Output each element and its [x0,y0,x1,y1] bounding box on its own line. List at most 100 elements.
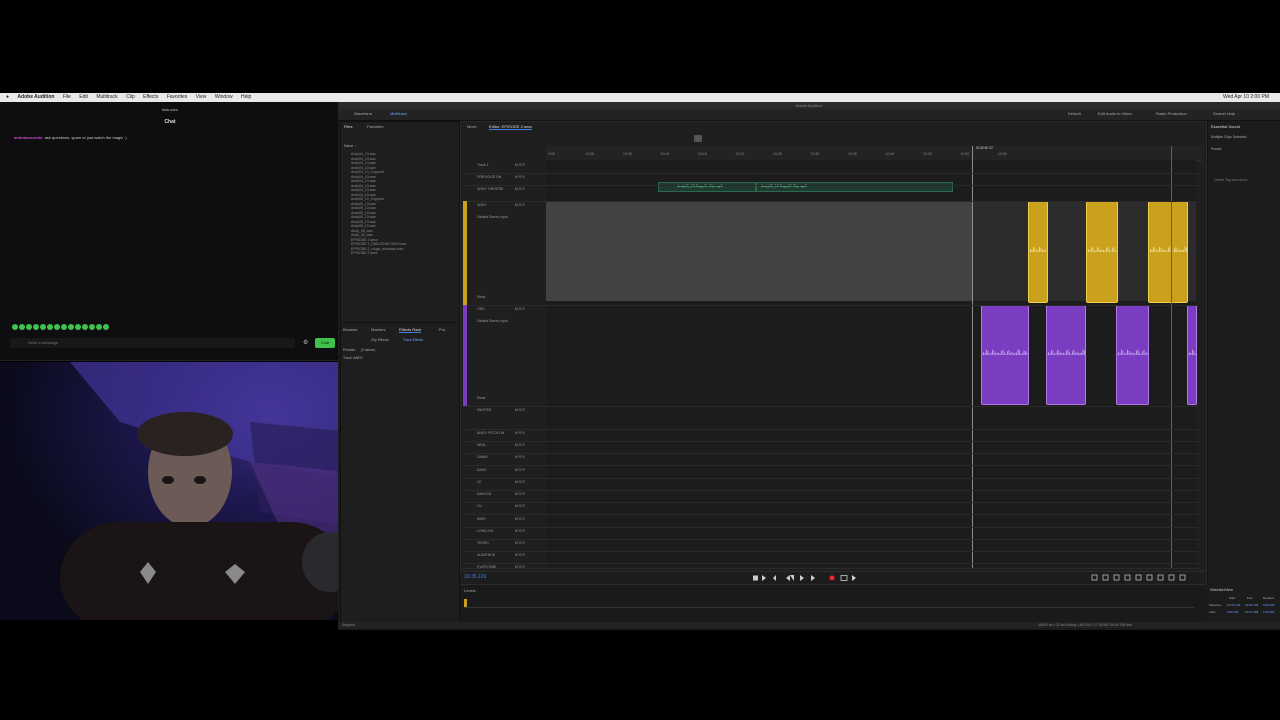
zoom-out-point-icon[interactable] [1168,574,1175,581]
selection-start[interactable]: 10:35.126 [1227,603,1240,607]
emote-icon[interactable] [19,324,25,330]
mute-solo-arm-buttons[interactable]: M S R [515,553,525,557]
search-help[interactable]: Search Help [1213,111,1235,116]
emote-icon[interactable] [61,324,67,330]
file-list-item[interactable]: Andy05_13.wav [351,215,376,219]
track-name[interactable]: NEAL [477,443,486,447]
menu-app-name[interactable]: Adobe Audition [17,93,54,102]
file-list-item[interactable]: Andy05_13.wav [351,206,376,210]
record-icon[interactable] [829,575,835,581]
emote-icon[interactable] [33,324,39,330]
file-list-item[interactable]: Andy04_13.wav [351,152,376,156]
mute-solo-arm-buttons[interactable]: M S R [515,529,525,533]
mute-solo-arm-buttons[interactable]: M S R [515,455,525,459]
menubar-clock[interactable]: Wed Apr 10 2:00 PM [1223,93,1269,102]
file-list-item[interactable]: Andy05_13_Copyout [351,197,384,201]
emote-icon[interactable] [89,324,95,330]
track-name[interactable]: ORD [477,307,485,311]
chat-input[interactable]: Send a message [10,338,295,348]
zoom-navigator-handle[interactable] [694,135,702,142]
file-list-item[interactable]: EPISODE 2.sesx [351,251,378,255]
mute-solo-arm-buttons[interactable]: M S R [515,408,525,412]
file-list-item[interactable]: Andy04_13.wav [351,184,376,188]
track-name[interactable]: LE [477,480,481,484]
mute-solo-arm-buttons[interactable]: M S R [515,480,525,484]
track-name[interactable]: DAKOTA [477,492,491,496]
chat-username[interactable]: antonioscomic: [14,135,44,140]
emote-icon[interactable] [12,324,18,330]
view-start[interactable]: 9:52.321 [1227,610,1239,614]
emote-icon[interactable] [40,324,46,330]
emote-icon[interactable] [54,324,60,330]
zoom-out-amplitude-icon[interactable] [1102,574,1109,581]
track-header[interactable]: ORD M S R [463,307,543,311]
zoom-in-amplitude-icon[interactable] [1091,574,1098,581]
track-header[interactable]: ANDY THEATRE M S R [463,187,543,191]
scene-marker[interactable]: SCENE 02 [976,146,993,150]
file-list-item[interactable]: Andy04_13.wav [351,175,376,179]
track-header[interactable]: MASTER M S R [463,408,543,412]
track-name[interactable]: TEENS [477,541,489,545]
track-input-select[interactable]: Default Stereo Input [477,215,557,219]
tab-mixer[interactable]: Mixer [467,124,477,129]
mute-solo-arm-buttons[interactable]: M S R [515,431,525,435]
emote-icon[interactable] [96,324,102,330]
mute-solo-arm-buttons[interactable]: M S R [515,565,525,569]
mute-solo-arm-buttons[interactable]: M S R [515,187,525,191]
zoom-full-icon[interactable] [1135,574,1142,581]
file-list-item[interactable]: Andy04_13.wav [351,166,376,170]
track-header[interactable]: PREVIOUS ON M S R [463,175,543,179]
emote-icon[interactable] [68,324,74,330]
file-list-item[interactable]: Andy05_13.wav [351,224,376,228]
file-list-item[interactable]: Andy_05_wav [351,229,373,233]
waveform-button[interactable]: Waveform [354,111,372,116]
menu-window[interactable]: Window [215,93,233,102]
zoom-in-point-icon[interactable] [1157,574,1164,581]
stop-icon[interactable] [753,575,758,581]
track-header[interactable]: LN M S R [463,504,543,508]
automation-mode[interactable]: Read [477,295,557,299]
track-header[interactable]: TEENS M S R [463,541,543,545]
mute-solo-arm-buttons[interactable]: M S R [515,517,525,521]
zoom-out-time-icon[interactable] [1124,574,1131,581]
track-name[interactable]: LN [477,504,481,508]
file-list-item[interactable]: Andy05_13.wav [351,202,376,206]
emote-icon[interactable] [26,324,32,330]
file-list-item[interactable]: Andy04_13.wav [351,179,376,183]
tab-files[interactable]: Files [344,124,352,129]
selection-end[interactable]: 10:35.126 [1245,603,1258,607]
play-icon[interactable] [762,575,766,581]
apple-icon[interactable]: ● [6,93,9,102]
track-name[interactable]: MIKE [477,517,486,521]
track-name[interactable]: MASTER [477,408,492,412]
tab-favorites[interactable]: Favorites [367,124,383,129]
file-list-item[interactable]: Andy04_13.wav [351,193,376,197]
presets-dropdown[interactable]: (Custom) [361,348,375,352]
view-end[interactable]: 10:57.908 [1245,610,1258,614]
track-header[interactable]: DAKOTA M S R [463,492,543,496]
file-list-item[interactable]: Andy_05_wav [351,233,373,237]
mute-solo-arm-buttons[interactable]: M S R [515,307,525,311]
menu-file[interactable]: File [63,93,71,102]
track-effects-tab[interactable]: Track Effects [403,338,423,342]
track-name[interactable]: PREVIOUS ON [477,175,501,179]
menu-multitrack[interactable]: Multitrack [96,93,117,102]
menu-clip[interactable]: Clip [126,93,135,102]
mute-solo-arm-buttons[interactable]: M S R [515,492,525,496]
track-name[interactable]: AUDIENCE [477,553,495,557]
file-list-item[interactable]: Andy05_13.wav [351,220,376,224]
track-header[interactable]: ANDY M S R [463,203,543,207]
track-header[interactable]: AUDIENCE M S R [463,553,543,557]
mute-solo-arm-buttons[interactable]: M S R [515,504,525,508]
file-list-item[interactable]: Andy04_13.wav [351,161,376,165]
file-list-item[interactable]: Andy04_13_Copyout [351,170,384,174]
zoom-selection-icon[interactable] [1146,574,1153,581]
track-header[interactable]: ANDY PITCH DN M S R [463,431,543,435]
emote-icon[interactable] [47,324,53,330]
workspace-default[interactable]: Default [1068,111,1081,116]
track-name[interactable]: DANY [477,468,487,472]
tab-markers[interactable]: Markers [371,327,385,332]
tab-properties[interactable]: Pro [439,327,445,332]
track-header[interactable]: EVERYONE M S R [463,565,543,569]
selection-duration[interactable]: 0:00.000 [1263,603,1275,607]
